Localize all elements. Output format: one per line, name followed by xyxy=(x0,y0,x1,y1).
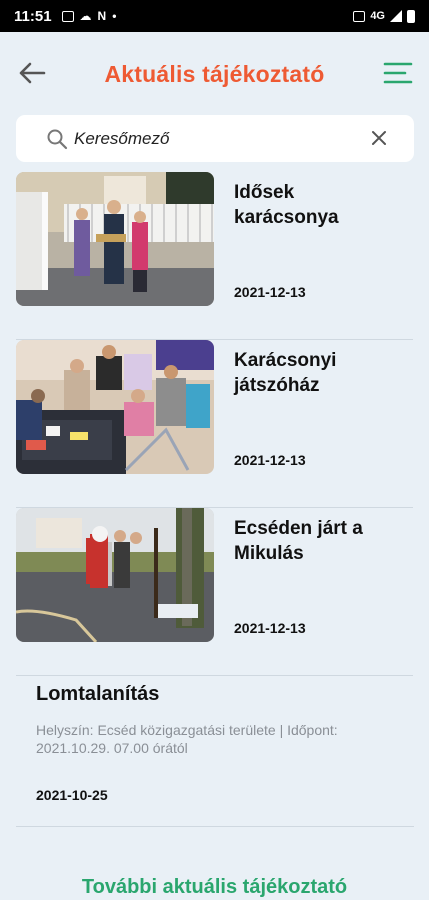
close-icon[interactable] xyxy=(370,129,388,147)
arrow-left-icon[interactable] xyxy=(16,60,48,86)
app-header: Aktuális tájékoztató xyxy=(0,32,429,116)
more-news-link[interactable]: További aktuális tájékoztató xyxy=(0,876,429,899)
status-bar: 11:51 ☁ N • 4G xyxy=(0,0,429,32)
cloud-icon: ☁ xyxy=(79,9,92,23)
status-notification-icons: ☁ N • xyxy=(61,9,117,23)
menu-icon[interactable] xyxy=(383,60,413,86)
news-title: Ecséden járt a Mikulás xyxy=(234,518,363,564)
image-icon xyxy=(61,10,74,22)
news-item[interactable]: Ecséden járt a Mikulás 2021-12-13 xyxy=(16,508,413,676)
news-date: 2021-12-13 xyxy=(234,452,306,468)
news-date: 2021-12-13 xyxy=(234,620,306,636)
battery-icon xyxy=(407,9,415,23)
news-list: Idősek karácsonya 2021-12-13 Karácsonyi … xyxy=(0,172,429,676)
news-thumbnail xyxy=(16,508,214,642)
status-time: 11:51 xyxy=(14,7,52,25)
news-title: Idősek karácsonya xyxy=(234,182,339,228)
4g-signal-icon xyxy=(390,10,402,22)
news-item[interactable]: Karácsonyi játszóház 2021-12-13 xyxy=(16,340,413,508)
news-thumbnail xyxy=(16,172,214,306)
notice-description: Helyszín: Ecséd közigazgatási területe |… xyxy=(36,722,338,756)
news-thumbnail xyxy=(16,340,214,474)
dot-icon: • xyxy=(112,9,117,23)
notice-item[interactable]: Lomtalanítás Helyszín: Ecséd közigazgatá… xyxy=(16,661,414,827)
notice-date: 2021-10-25 xyxy=(36,787,108,803)
network-label: 4G xyxy=(370,10,385,22)
search-bar xyxy=(16,115,414,162)
page-title: Aktuális tájékoztató xyxy=(104,60,325,87)
news-item[interactable]: Idősek karácsonya 2021-12-13 xyxy=(16,172,413,340)
status-system-icons: 4G xyxy=(353,9,415,23)
notice-title: Lomtalanítás xyxy=(36,683,160,705)
news-title: Karácsonyi játszóház xyxy=(234,350,337,396)
news-date: 2021-12-13 xyxy=(234,284,306,300)
search-icon xyxy=(47,129,68,150)
n-icon: N xyxy=(97,9,107,23)
search-input[interactable] xyxy=(74,123,364,155)
sim-icon xyxy=(353,10,366,22)
